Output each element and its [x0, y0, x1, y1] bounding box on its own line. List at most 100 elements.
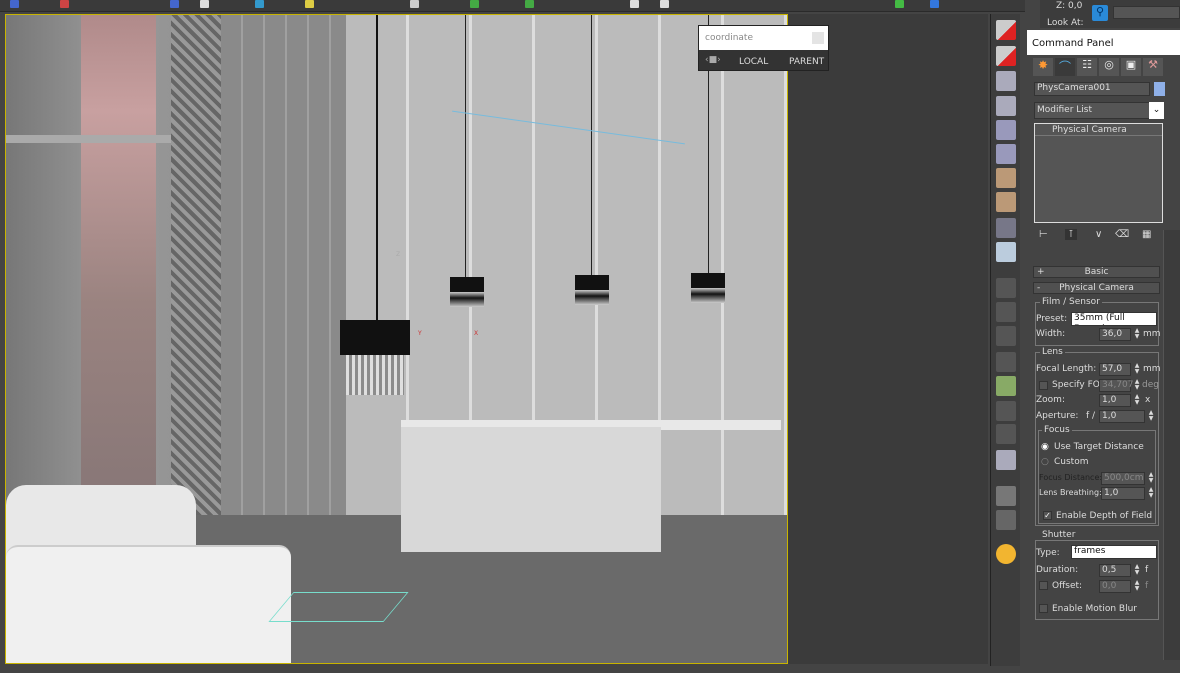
reception-desk [401, 427, 661, 552]
document-icon[interactable] [996, 242, 1016, 262]
rollout-physical-camera-label: Physical Camera [1059, 283, 1134, 293]
rotate-object-icon[interactable] [996, 424, 1016, 444]
dots-grid-icon[interactable] [996, 302, 1016, 322]
width-label: Width: [1036, 329, 1066, 339]
layer-icon[interactable] [930, 0, 939, 8]
checkmark-icon[interactable] [895, 0, 904, 8]
render-sun-icon[interactable] [996, 544, 1016, 564]
remove-modifier-icon[interactable]: ⌫ [1115, 229, 1129, 240]
panel-scrollbar[interactable] [1163, 230, 1180, 660]
lamp-cord [465, 15, 466, 277]
pin-stack-icon[interactable]: ⊢ [1039, 229, 1048, 240]
duration-spinner[interactable]: ▲ ▼ [1133, 564, 1141, 577]
z-value[interactable]: 0,0 [1068, 1, 1082, 11]
bind-icon[interactable] [60, 0, 69, 8]
aperture-spinner[interactable]: ▲ ▼ [1147, 410, 1155, 423]
play-icon[interactable] [996, 510, 1016, 530]
stack-item[interactable]: Physical Camera [1035, 124, 1162, 136]
zoom-field[interactable]: 1,0 [1099, 394, 1131, 407]
shutter-type-dropdown[interactable]: frames [1071, 545, 1157, 559]
rotate-icon[interactable] [630, 0, 639, 8]
link-icon[interactable] [10, 0, 19, 8]
duration-field[interactable]: 0,5 [1099, 564, 1131, 577]
prs-reset-icon[interactable] [996, 46, 1016, 66]
scatter-icon[interactable] [996, 71, 1016, 91]
mirror-icon[interactable] [996, 376, 1016, 396]
offset-checkbox[interactable] [1039, 581, 1048, 590]
focus-distance-spinner[interactable]: ▲ ▼ [1147, 472, 1155, 485]
width-field[interactable]: 36,0 [1099, 328, 1131, 341]
scale-icon[interactable] [255, 0, 264, 8]
offset-unit: f [1145, 581, 1149, 591]
width-spinner[interactable]: ▲ ▼ [1133, 328, 1141, 341]
prs-reset-icon[interactable] [996, 20, 1016, 40]
aperture-field[interactable]: 1,0 [1099, 410, 1145, 423]
grid-icon[interactable] [996, 278, 1016, 298]
enable-dof-checkbox[interactable]: ✓ [1043, 511, 1052, 520]
use-target-radio[interactable]: ◉ [1041, 442, 1049, 452]
preset-dropdown[interactable]: 35mm (Full Frame) [1071, 312, 1157, 326]
focal-length-spinner[interactable]: ▲ ▼ [1133, 363, 1141, 376]
fov-spinner[interactable]: ▲ ▼ [1133, 379, 1141, 392]
cone-icon[interactable] [996, 352, 1016, 372]
move-icon[interactable] [200, 0, 209, 8]
parent-button[interactable]: PARENT [789, 57, 824, 67]
focal-length-field[interactable]: 57,0 [1099, 363, 1131, 376]
configure-sets-icon[interactable]: ▦ [1142, 229, 1151, 240]
lens-breathing-field[interactable]: 1,0 [1101, 487, 1145, 500]
rollout-basic[interactable]: + Basic [1033, 266, 1160, 278]
rollout-physical-camera[interactable]: - Physical Camera [1033, 282, 1160, 294]
snap-icon[interactable] [305, 0, 314, 8]
focus-distance-field[interactable]: 500,0cm [1101, 472, 1145, 485]
offset-field[interactable]: 0,0 [1099, 580, 1131, 593]
modifier-stack[interactable]: Physical Camera [1034, 123, 1163, 223]
lens-title: Lens [1040, 347, 1065, 357]
select-icon[interactable] [170, 0, 179, 8]
utilities-icon[interactable]: ⚒ [1143, 58, 1163, 76]
custom-radio[interactable]: ○ [1041, 457, 1049, 467]
offset-spinner[interactable]: ▲ ▼ [1133, 580, 1141, 593]
focal-length-label: Focal Length: [1036, 364, 1097, 374]
viewport-layout-icon[interactable] [996, 486, 1016, 506]
local-button[interactable]: LOCAL [739, 57, 768, 67]
link-objects-icon[interactable] [996, 218, 1016, 238]
hierarchy-icon[interactable]: ☷ [1077, 58, 1097, 76]
close-icon[interactable] [812, 32, 824, 44]
spline-icon[interactable] [996, 326, 1016, 346]
camera-viewport[interactable]: Z Y X [5, 14, 788, 664]
object-name-field[interactable]: PhysCamera001 [1034, 82, 1150, 96]
fov-field[interactable]: 34,707 [1099, 379, 1134, 392]
motion-blur-checkbox[interactable] [1039, 604, 1048, 613]
tree-icon[interactable] [470, 0, 479, 8]
object-color-swatch[interactable] [1154, 82, 1165, 96]
motion-icon[interactable]: ◎ [1099, 58, 1119, 76]
scatter-icon[interactable] [996, 96, 1016, 116]
search-icon[interactable]: ⚲ [1092, 5, 1108, 21]
table-icon[interactable] [410, 0, 419, 8]
add-object-icon[interactable] [996, 120, 1016, 140]
specify-fov-checkbox[interactable] [1039, 381, 1048, 390]
z-label: Z: [1056, 1, 1066, 11]
scatter-icon[interactable] [996, 450, 1016, 470]
zoom-spinner[interactable]: ▲ ▼ [1133, 394, 1141, 407]
leaf-icon[interactable] [525, 0, 534, 8]
use-target-label: Use Target Distance [1054, 442, 1144, 452]
remove-object-icon[interactable] [996, 192, 1016, 212]
modifier-list-dropdown[interactable]: Modifier List [1034, 102, 1150, 119]
add-object-icon[interactable] [996, 144, 1016, 164]
sofa-seat [6, 545, 291, 663]
axis-selector-icon[interactable]: ‹■› [705, 55, 721, 65]
create-icon[interactable]: ✸ [1033, 58, 1053, 76]
chevron-down-icon[interactable]: ⌄ [1149, 102, 1164, 119]
show-end-result-icon[interactable]: ⊺ [1065, 229, 1077, 240]
remove-object-icon[interactable] [996, 168, 1016, 188]
look-at-label: Look At: [1047, 18, 1084, 28]
focus-title: Focus [1042, 425, 1072, 435]
render-icon[interactable] [660, 0, 669, 8]
lens-breathing-spinner[interactable]: ▲ ▼ [1147, 487, 1155, 500]
modify-icon[interactable]: ⌒ [1055, 58, 1075, 76]
look-at-field[interactable] [1113, 6, 1180, 19]
make-unique-icon[interactable]: ∨ [1095, 229, 1102, 240]
box-icon[interactable] [996, 401, 1016, 421]
display-icon[interactable]: ▣ [1121, 58, 1141, 76]
